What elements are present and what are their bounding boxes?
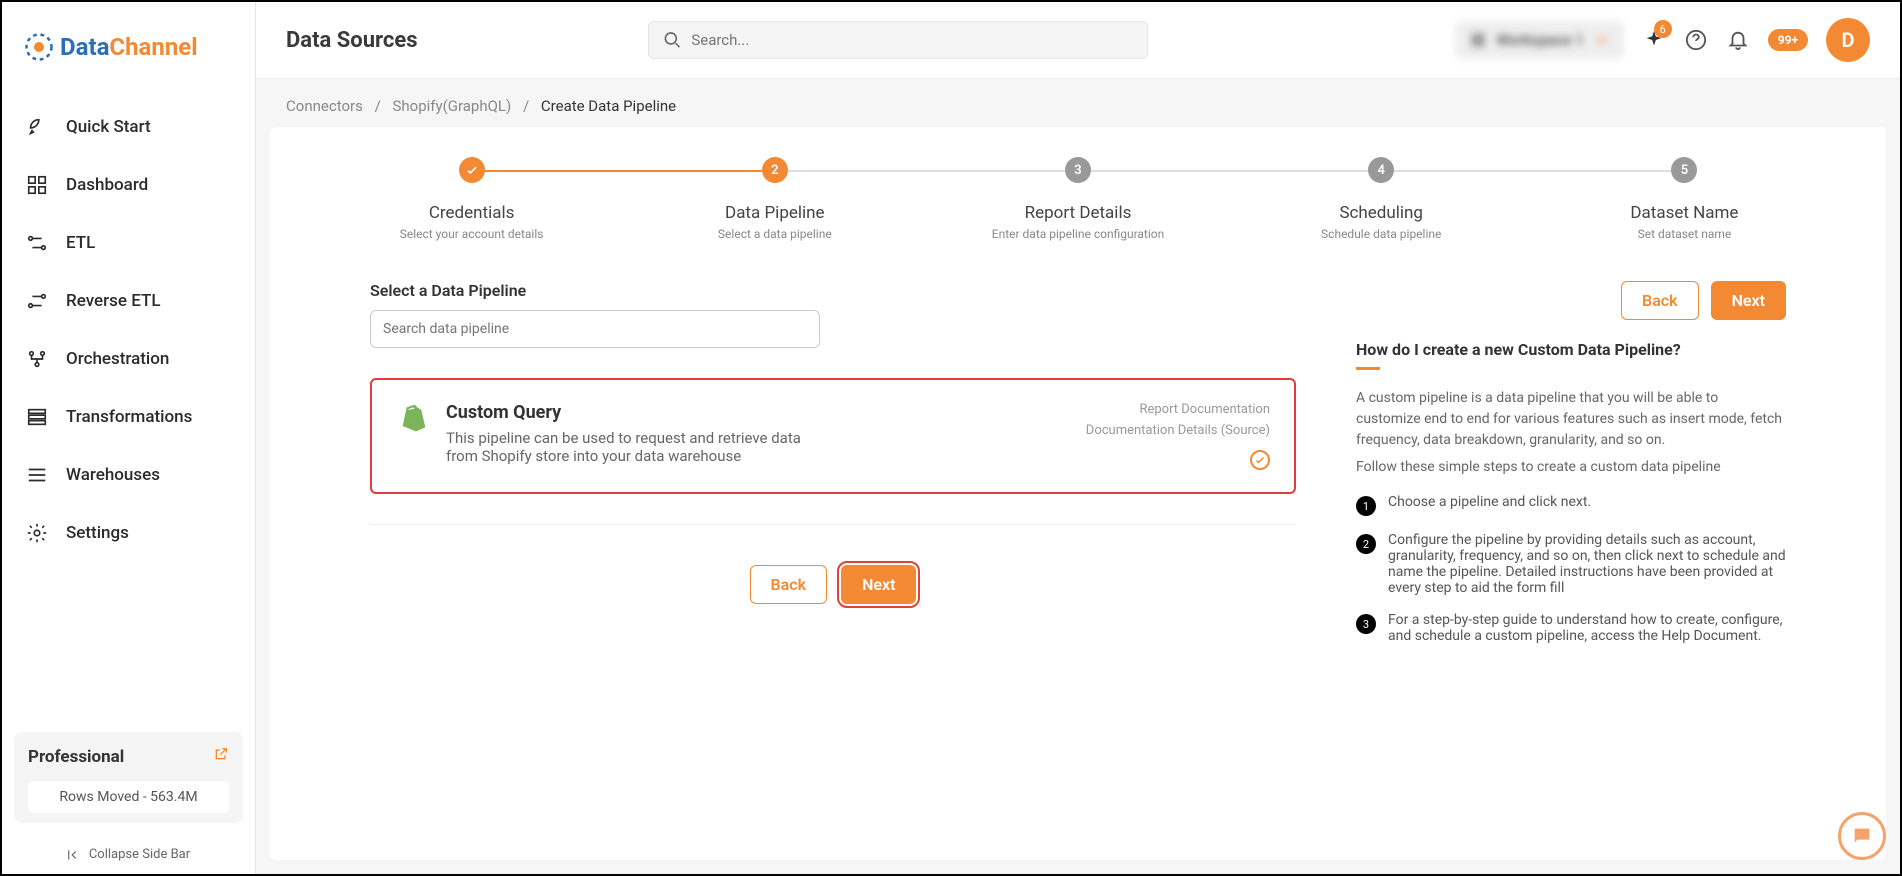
plan-name: Professional [28, 747, 124, 767]
back-button-bottom[interactable]: Back [750, 565, 828, 604]
plan-box: Professional Rows Moved - 563.4M [14, 732, 243, 823]
page-title: Data Sources [286, 28, 418, 53]
notifications-button[interactable] [1726, 28, 1750, 52]
next-button-bottom[interactable]: Next [841, 565, 916, 604]
external-link-icon[interactable] [213, 746, 229, 767]
crumb-current: Create Data Pipeline [541, 97, 676, 115]
step-data-pipeline[interactable]: 2 Data Pipeline Select a data pipeline [623, 157, 926, 241]
ai-sparkle-button[interactable]: 6 [1642, 28, 1666, 52]
help-step-3: 3For a step-by-step guide to understand … [1356, 612, 1786, 644]
sparkle-badge: 6 [1654, 20, 1672, 38]
step-dataset-name[interactable]: 5 Dataset Name Set dataset name [1533, 157, 1836, 241]
collapse-sidebar[interactable]: Collapse Side Bar [2, 835, 255, 874]
pipeline-card-custom-query[interactable]: Custom Query This pipeline can be used t… [370, 378, 1296, 494]
sidebar: DataChannel Quick Start Dashboard ETL Re… [2, 2, 256, 874]
search-icon [663, 30, 682, 50]
brand-logo[interactable]: DataChannel [2, 2, 255, 80]
check-icon [465, 163, 479, 177]
step-credentials[interactable]: Credentials Select your account details [320, 157, 623, 241]
rows-moved: Rows Moved - 563.4M [28, 781, 229, 813]
bell-icon [1727, 29, 1749, 51]
chat-widget[interactable] [1838, 812, 1886, 860]
global-search[interactable] [648, 21, 1148, 59]
help-step-2: 2Configure the pipeline by providing det… [1356, 532, 1786, 596]
notification-count: 99+ [1768, 29, 1808, 51]
crumb-connectors[interactable]: Connectors [286, 97, 363, 115]
nav-transformations[interactable]: Transformations [2, 388, 255, 446]
nav-warehouses[interactable]: Warehouses [2, 446, 255, 504]
shopify-icon [396, 402, 428, 434]
back-button-top[interactable]: Back [1621, 281, 1699, 320]
card-title: Custom Query [446, 402, 1068, 423]
help-title: How do I create a new Custom Data Pipeli… [1356, 340, 1786, 359]
chat-icon [1851, 825, 1873, 847]
source-doc-link[interactable]: Documentation Details (Source) [1086, 423, 1270, 438]
topbar: Data Sources Workspace 1 6 [256, 2, 1900, 79]
help-step-1: 1Choose a pipeline and click next. [1356, 494, 1786, 516]
nav-quick-start[interactable]: Quick Start [2, 98, 255, 156]
user-avatar[interactable]: D [1826, 18, 1870, 62]
chevron-down-icon [1594, 32, 1610, 48]
logo-icon [24, 32, 54, 62]
nav-reverse-etl[interactable]: Reverse ETL [2, 272, 255, 330]
card-description: This pipeline can be used to request and… [446, 429, 806, 465]
content: Credentials Select your account details … [270, 127, 1886, 860]
nav-dashboard[interactable]: Dashboard [2, 156, 255, 214]
crumb-source[interactable]: Shopify(GraphQL) [393, 97, 512, 115]
stepper: Credentials Select your account details … [320, 157, 1836, 241]
nav-orchestration[interactable]: Orchestration [2, 330, 255, 388]
nav-settings[interactable]: Settings [2, 504, 255, 562]
workspace-switcher[interactable]: Workspace 1 [1455, 21, 1624, 59]
help-icon [1685, 29, 1707, 51]
help-button[interactable] [1684, 28, 1708, 52]
workspace-icon [1469, 31, 1487, 49]
main: Data Sources Workspace 1 6 [256, 2, 1900, 874]
nav-etl[interactable]: ETL [2, 214, 255, 272]
help-paragraph-2: Follow these simple steps to create a cu… [1356, 457, 1786, 478]
step-report-details[interactable]: 3 Report Details Enter data pipeline con… [926, 157, 1229, 241]
step-scheduling[interactable]: 4 Scheduling Schedule data pipeline [1230, 157, 1533, 241]
section-label: Select a Data Pipeline [370, 281, 1296, 300]
selected-check-icon [1250, 450, 1270, 470]
breadcrumb: Connectors / Shopify(GraphQL) / Create D… [256, 79, 1900, 127]
next-button-top[interactable]: Next [1711, 281, 1786, 320]
search-input[interactable] [691, 31, 1132, 49]
help-paragraph-1: A custom pipeline is a data pipeline tha… [1356, 388, 1786, 451]
pipeline-search-input[interactable] [370, 310, 820, 348]
report-doc-link[interactable]: Report Documentation [1139, 402, 1270, 417]
nav: Quick Start Dashboard ETL Reverse ETL Or… [2, 80, 255, 720]
